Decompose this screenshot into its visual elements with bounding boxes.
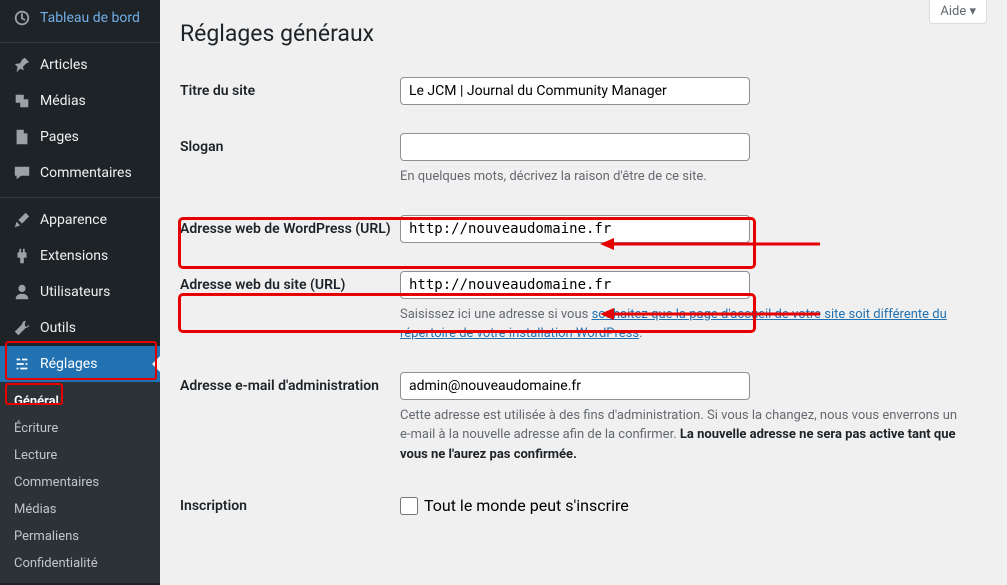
submenu-item-ecriture[interactable]: Écriture — [0, 415, 160, 442]
sidebar-item-label: Commentaires — [40, 165, 132, 181]
submenu-item-general[interactable]: Général — [0, 388, 160, 415]
comment-icon — [12, 163, 32, 183]
sidebar-item-reglages[interactable]: Réglages — [0, 346, 160, 382]
sidebar-item-articles[interactable]: Articles — [0, 47, 160, 83]
submenu-item-lecture[interactable]: Lecture — [0, 442, 160, 469]
pages-icon — [12, 127, 32, 147]
input-site-title[interactable] — [400, 77, 750, 105]
users-icon — [12, 282, 32, 302]
desc-admin-email: Cette adresse est utilisée à des fins d'… — [400, 406, 960, 465]
row-site-title: Titre du site — [180, 63, 987, 119]
plugin-icon — [12, 246, 32, 266]
sidebar-item-label: Outils — [40, 320, 76, 336]
row-wp-url: Adresse web de WordPress (URL) — [180, 201, 987, 257]
desc-site-url: Saisissez ici une adresse si vous souhai… — [400, 305, 960, 344]
sidebar-item-dashboard[interactable]: Tableau de bord — [0, 0, 160, 36]
label-admin-email: Adresse e-mail d'administration — [180, 372, 400, 394]
submenu-item-confidentialite[interactable]: Confidentialité — [0, 550, 160, 577]
sidebar-item-medias[interactable]: Médias — [0, 83, 160, 119]
sidebar-item-label: Réglages — [40, 356, 97, 372]
sidebar-item-apparence[interactable]: Apparence — [0, 202, 160, 238]
sidebar-item-label: Pages — [40, 129, 79, 145]
sidebar-item-label: Extensions — [40, 248, 108, 264]
pin-icon — [12, 55, 32, 75]
submenu-item-medias[interactable]: Médias — [0, 496, 160, 523]
settings-icon — [12, 354, 32, 374]
brush-icon — [12, 210, 32, 230]
media-icon — [12, 91, 32, 111]
row-slogan: Slogan En quelques mots, décrivez la rai… — [180, 119, 987, 201]
label-slogan: Slogan — [180, 133, 400, 155]
sidebar-item-pages[interactable]: Pages — [0, 119, 160, 155]
input-admin-email[interactable] — [400, 372, 750, 400]
submenu-item-commentaires[interactable]: Commentaires — [0, 469, 160, 496]
submenu-item-permaliens[interactable]: Permaliens — [0, 523, 160, 550]
dashboard-icon — [12, 8, 32, 28]
page-title: Réglages généraux — [180, 0, 987, 63]
label-site-url: Adresse web du site (URL) — [180, 271, 400, 293]
content-area: Aide ▾ Réglages généraux Titre du site S… — [160, 0, 1007, 585]
sidebar-item-outils[interactable]: Outils — [0, 310, 160, 346]
sidebar-item-label: Tableau de bord — [40, 10, 140, 26]
checkbox-inscription-wrap[interactable]: Tout le monde peut s'inscrire — [400, 492, 960, 515]
sidebar-item-commentaires[interactable]: Commentaires — [0, 155, 160, 191]
sidebar-item-label: Apparence — [40, 212, 107, 228]
wrench-icon — [12, 318, 32, 338]
label-site-title: Titre du site — [180, 77, 400, 99]
row-inscription: Inscription Tout le monde peut s'inscrir… — [180, 478, 987, 529]
label-inscription: Inscription — [180, 492, 400, 514]
label-wp-url: Adresse web de WordPress (URL) — [180, 215, 400, 237]
input-site-url[interactable] — [400, 271, 750, 299]
sidebar-item-label: Utilisateurs — [40, 284, 110, 300]
help-tab[interactable]: Aide ▾ — [929, 0, 987, 24]
input-slogan[interactable] — [400, 133, 750, 161]
checkbox-inscription-label: Tout le monde peut s'inscrire — [424, 496, 629, 515]
row-admin-email: Adresse e-mail d'administration Cette ad… — [180, 358, 987, 479]
row-site-url: Adresse web du site (URL) Saisissez ici … — [180, 257, 987, 358]
settings-submenu: Général Écriture Lecture Commentaires Mé… — [0, 382, 160, 583]
sidebar-item-extensions[interactable]: Extensions — [0, 238, 160, 274]
desc-slogan: En quelques mots, décrivez la raison d'ê… — [400, 167, 960, 187]
admin-sidebar: Tableau de bord Articles Médias Pages Co… — [0, 0, 160, 585]
input-wp-url[interactable] — [400, 215, 750, 243]
sidebar-item-label: Articles — [40, 57, 88, 73]
sidebar-item-label: Médias — [40, 93, 86, 109]
checkbox-inscription[interactable] — [400, 497, 418, 515]
sidebar-item-utilisateurs[interactable]: Utilisateurs — [0, 274, 160, 310]
